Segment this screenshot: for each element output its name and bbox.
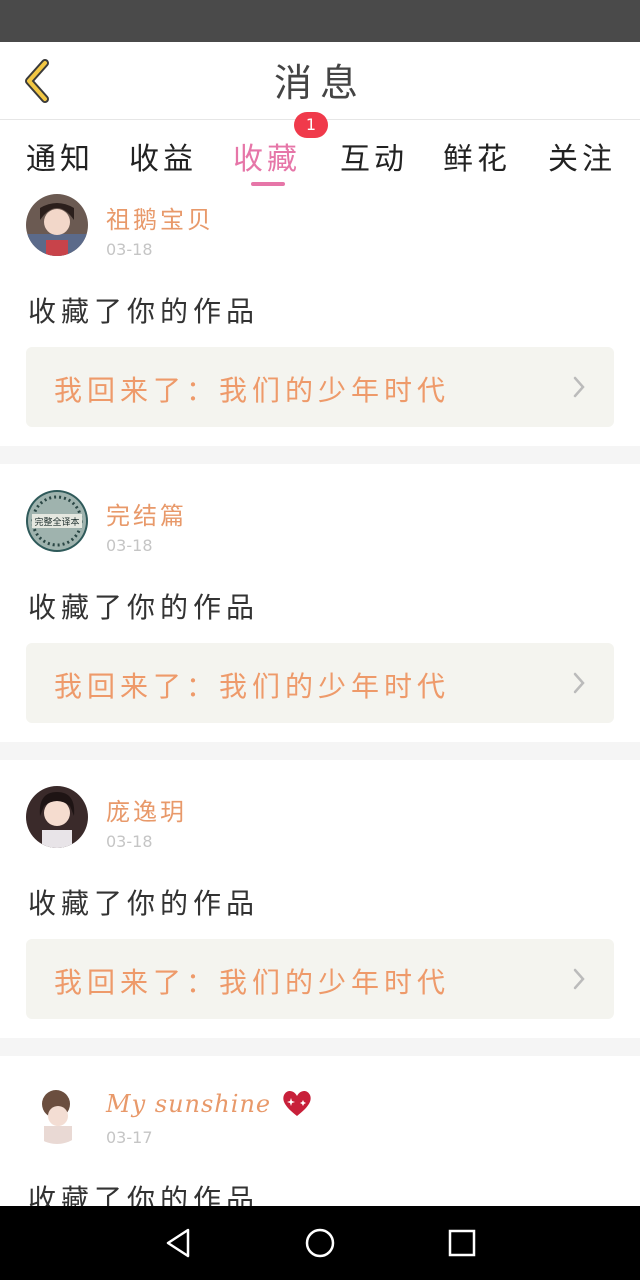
chevron-right-icon — [573, 672, 585, 694]
chevron-right-icon — [573, 968, 585, 990]
user-avatar-image — [26, 786, 88, 848]
list-item: 庞逸玥 03-18 收藏了你的作品 我回来了：我们的少年时代 — [0, 760, 640, 1038]
timestamp: 03-18 — [106, 240, 153, 259]
user-name[interactable]: My sunshine — [106, 1088, 314, 1118]
recents-square-icon[interactable] — [443, 1224, 481, 1262]
list-item: 祖鹅宝贝 03-18 收藏了你的作品 我回来了：我们的少年时代 — [0, 190, 640, 446]
timestamp: 03-18 — [106, 832, 153, 851]
system-nav-bar — [0, 1206, 640, 1280]
action-text: 收藏了你的作品 — [28, 295, 260, 328]
timestamp: 03-18 — [106, 536, 153, 555]
avatar-label: 完整全译本 — [34, 516, 79, 528]
tab-following[interactable]: 关注 — [532, 134, 632, 178]
work-link[interactable]: 我回来了：我们的少年时代 — [26, 347, 614, 427]
tab-flowers[interactable]: 鲜花 — [427, 134, 527, 178]
divider — [0, 742, 640, 760]
status-bar — [0, 0, 640, 42]
tab-notifications[interactable]: 通知 — [10, 134, 110, 178]
divider — [0, 1038, 640, 1056]
user-name-text: My sunshine — [106, 1090, 272, 1118]
user-name[interactable]: 祖鹅宝贝 — [106, 200, 214, 235]
user-avatar-image — [26, 194, 88, 256]
unread-badge: 1 — [294, 112, 328, 138]
timestamp: 03-17 — [106, 1128, 153, 1147]
user-name[interactable]: 庞逸玥 — [106, 792, 187, 827]
work-title: 我回来了：我们的少年时代 — [54, 374, 451, 407]
work-link[interactable]: 我回来了：我们的少年时代 — [26, 643, 614, 723]
tab-favorites[interactable]: 收藏 — [217, 134, 317, 178]
back-triangle-icon[interactable] — [160, 1224, 198, 1262]
avatar[interactable] — [26, 786, 88, 848]
header: 消息 — [0, 42, 640, 120]
list-item: My sunshine 03-17 收藏了你的作品 — [0, 1056, 640, 1206]
action-text: 收藏了你的作品 — [28, 887, 260, 920]
active-tab-indicator — [251, 182, 285, 186]
work-title: 我回来了：我们的少年时代 — [54, 670, 451, 703]
list-item: 完整全译本 完结篇 03-18 收藏了你的作品 我回来了：我们的少年时代 — [0, 464, 640, 742]
home-circle-icon[interactable] — [301, 1224, 339, 1262]
message-feed: 祖鹅宝贝 03-18 收藏了你的作品 我回来了：我们的少年时代 完整全译本 完结… — [0, 190, 640, 1206]
work-link[interactable]: 我回来了：我们的少年时代 — [26, 939, 614, 1019]
avatar[interactable] — [26, 1082, 88, 1144]
avatar[interactable] — [26, 194, 88, 256]
user-name[interactable]: 完结篇 — [106, 496, 187, 531]
tab-earnings[interactable]: 收益 — [113, 134, 213, 178]
work-title: 我回来了：我们的少年时代 — [54, 966, 451, 999]
chevron-right-icon — [573, 376, 585, 398]
divider — [0, 446, 640, 464]
action-text: 收藏了你的作品 — [28, 1183, 260, 1206]
user-avatar-image — [26, 1082, 88, 1144]
avatar[interactable]: 完整全译本 — [26, 490, 88, 552]
tab-interactions[interactable]: 互动 — [324, 134, 424, 178]
action-text: 收藏了你的作品 — [28, 591, 260, 624]
sparkle-heart-icon — [283, 1090, 311, 1116]
user-avatar-image: 完整全译本 — [26, 490, 88, 552]
page-title: 消息 — [273, 61, 366, 105]
